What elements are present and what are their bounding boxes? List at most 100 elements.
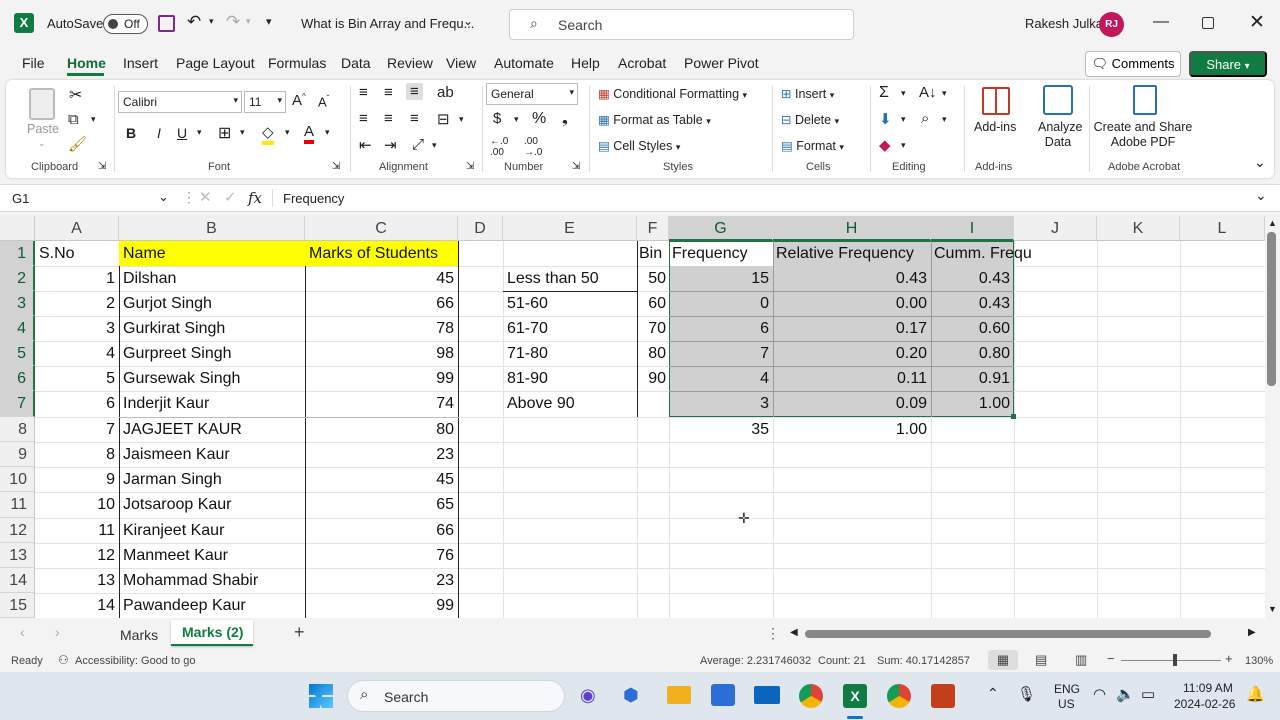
collapse-ribbon-icon[interactable]: ⌄ [1254,154,1266,171]
column-header-k[interactable]: K [1097,216,1180,241]
cell-sno[interactable]: 2 [35,291,119,316]
cell-bin[interactable]: 60 [637,291,669,316]
cell-relative-frequency[interactable]: 0.00 [773,291,931,316]
chrome-icon[interactable] [799,684,823,708]
prev-sheet-icon[interactable]: ‹ [20,624,25,640]
document-title[interactable]: What is Bin Array and Frequ... [301,16,474,31]
lang-eng[interactable]: ENG [1054,682,1080,696]
column-header-j[interactable]: J [1014,216,1097,241]
column-header-f[interactable]: F [637,216,669,241]
name-box[interactable]: G1 ⌄ [4,187,174,209]
row-header[interactable]: 9 [0,442,35,467]
row-header[interactable]: 8 [0,417,35,442]
autosum-icon[interactable]: Σ [879,84,889,102]
align-top-icon[interactable]: ≡ [359,84,368,101]
cell-bin-label[interactable]: 51-60 [503,291,637,316]
currency-icon[interactable]: $ [493,110,501,127]
analyze-data-icon[interactable] [1043,85,1073,115]
decrease-font-icon[interactable]: Aˇ [318,94,329,109]
cell-sno[interactable]: 3 [35,316,119,341]
analyze-data-label[interactable]: Analyze Data [1038,120,1082,150]
bold-icon[interactable]: B [126,125,136,141]
create-pdf-label[interactable]: Create and Share Adobe PDF [1093,120,1193,150]
paste-icon[interactable] [29,88,55,120]
insert-function-icon[interactable]: fx [248,189,262,207]
taskbar-search[interactable]: ⌕ Search [347,680,565,712]
spreadsheet-grid[interactable]: A B C D E F G H I J K L 1 2 3 4 5 6 7 8 … [0,216,1265,618]
align-left-icon[interactable]: ≡ [359,110,368,127]
cell-cumulative-frequency[interactable]: 0.43 [931,266,1014,291]
create-pdf-icon[interactable] [1133,85,1157,115]
cell-marks[interactable]: 66 [305,291,458,316]
cell-cumulative-frequency[interactable]: 0.91 [931,366,1014,391]
number-launcher-icon[interactable]: ⇲ [572,161,580,172]
addins-icon[interactable] [982,87,1010,115]
align-middle-icon[interactable]: ≡ [384,84,393,101]
cell-frequency[interactable]: 6 [669,316,773,341]
cell-bin[interactable]: 90 [637,366,669,391]
menu-formulas[interactable]: Formulas [268,55,326,71]
currency-chevron-icon[interactable]: ▾ [514,114,519,125]
cell-name[interactable]: Manmeet Kaur [119,543,305,568]
cell-marks[interactable]: 99 [305,593,458,618]
cell-marks[interactable]: 80 [305,417,458,442]
align-right-icon[interactable]: ≡ [410,110,419,127]
fill-icon[interactable]: ⬇ [879,110,892,128]
underline-chevron-icon[interactable]: ▾ [197,127,202,138]
alignment-launcher-icon[interactable]: ⇲ [466,161,474,172]
menu-page-layout[interactable]: Page Layout [176,55,255,71]
menu-file[interactable]: File [22,55,45,71]
fill-color-icon[interactable]: ◇ [262,123,274,145]
column-header-b[interactable]: B [119,216,305,241]
increase-decimal-icon[interactable]: ←.0.00 [490,136,508,158]
copilot-icon[interactable]: ◉ [580,685,596,706]
copy-chevron-icon[interactable]: ▾ [91,114,96,125]
orientation-chevron-icon[interactable]: ▾ [432,140,437,151]
cell-relative-frequency[interactable]: 0.09 [773,391,931,416]
menu-view[interactable]: View [446,55,476,71]
clipboard-launcher-icon[interactable]: ⇲ [98,161,106,172]
cell-name[interactable]: Mohammad Shabir [119,568,305,593]
cell-name[interactable]: Jarman Singh [119,467,305,492]
increase-font-icon[interactable]: A^ [292,92,306,109]
cell-bin[interactable]: 50 [637,266,669,291]
format-as-table-button[interactable]: ▦ Format as Table ▾ [598,112,711,127]
scroll-up-icon[interactable]: ▲ [1268,218,1277,228]
column-header-e[interactable]: E [503,216,637,241]
menu-data[interactable]: Data [341,55,371,71]
file-explorer-icon[interactable] [667,686,691,704]
cell-name[interactable]: Gurkirat Singh [119,316,305,341]
sort-chevron-icon[interactable]: ▾ [942,88,947,99]
cell-sno[interactable]: 9 [35,467,119,492]
expand-formula-icon[interactable]: ⌄ [1255,187,1267,204]
cell-marks[interactable]: 66 [305,518,458,543]
cell-relative-frequency[interactable]: 0.17 [773,316,931,341]
add-sheet-button[interactable]: + [294,622,305,643]
font-color-icon[interactable]: A [304,123,315,144]
merge-icon[interactable]: ⊟ [437,110,450,128]
header-marks[interactable]: Marks of Students [305,241,458,266]
cell-marks[interactable]: 76 [305,543,458,568]
underline-icon[interactable]: U [177,125,187,141]
formula-content[interactable]: Frequency [283,191,344,206]
cell-name[interactable]: Gurjot Singh [119,291,305,316]
menu-acrobat[interactable]: Acrobat [618,55,666,71]
cut-icon[interactable]: ✂ [69,85,82,105]
bing-icon[interactable]: ⬢ [623,685,639,706]
save-icon[interactable] [158,15,175,32]
cell-sno[interactable]: 4 [35,341,119,366]
vertical-scrollbar[interactable]: ▲ ▼ [1265,216,1280,618]
row-header[interactable]: 7 [0,391,35,417]
avatar[interactable]: RJ [1099,12,1124,37]
cell-bin-label[interactable]: 71-80 [503,341,637,366]
cell-name[interactable]: Jotsaroop Kaur [119,492,305,517]
page-layout-view-icon[interactable]: ▤ [1035,652,1047,668]
find-chevron-icon[interactable]: ▾ [942,114,947,125]
cell-cumulative-frequency[interactable]: 0.60 [931,316,1014,341]
zoom-level[interactable]: 130% [1245,655,1273,667]
cell-frequency[interactable]: 15 [669,266,773,291]
column-header-i[interactable]: I [931,216,1014,241]
column-header-h[interactable]: H [773,216,931,241]
scroll-right-icon[interactable]: ▶ [1248,627,1256,638]
wifi-icon[interactable]: ◠ [1093,685,1106,703]
